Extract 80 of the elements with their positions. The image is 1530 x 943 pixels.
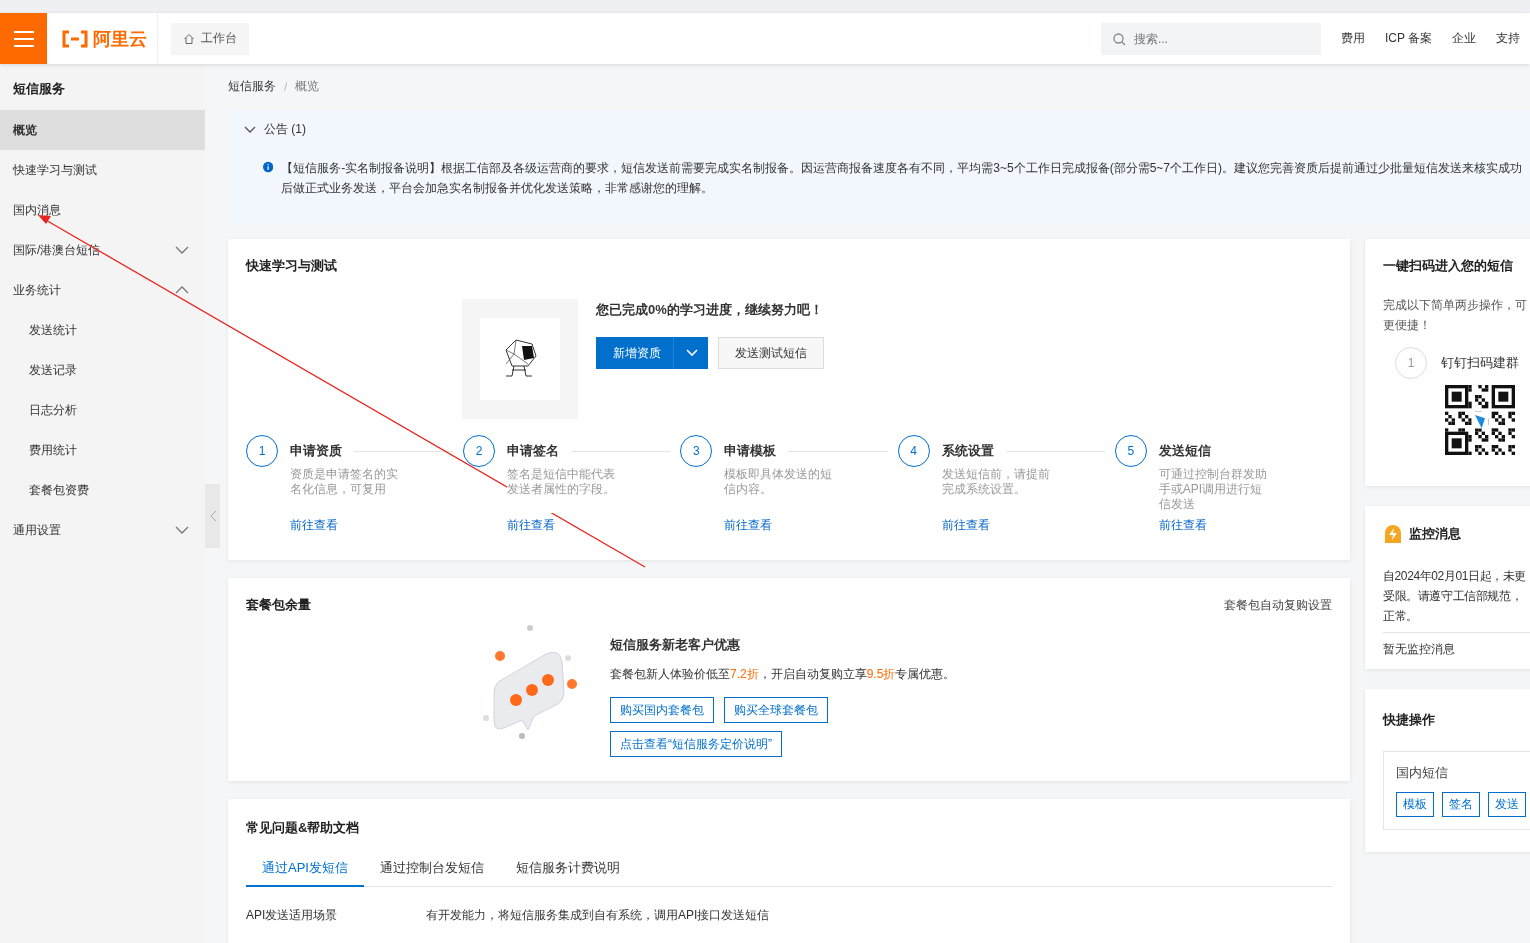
notice-text: 【短信服务-实名制报备说明】根据工信部及各级运营商的要求，短信发送前需要完成实名制报备。因运营商报备速度各有不同，平均需3~5个工作日完成报备(部分需5~7个工作日)。建议您完善资质后提前通过少批量短信发送来核实成功: [281, 160, 1522, 176]
tab[interactable]: 短信服务计费说明: [499, 859, 636, 887]
step-link[interactable]: 前往查看: [724, 517, 898, 534]
sidebar-item[interactable]: 快速学习与测试: [0, 150, 205, 190]
sidebar-subitem[interactable]: 发送统计: [0, 310, 205, 350]
tab[interactable]: 通过API发短信: [246, 859, 364, 887]
nav-link[interactable]: 企业: [1452, 30, 1476, 47]
promo-text: 套餐包新人体验价低至7.2折，开启自动复购立享9.5折专属优惠。: [610, 666, 956, 683]
sidebar-subitem[interactable]: 日志分析: [0, 390, 205, 430]
faq-text: 有开发能力，将短信服务集成到自有系统，调用API接口发送短信: [426, 907, 770, 924]
sidebar-item[interactable]: 国内消息: [0, 190, 205, 230]
card-title: 快速学习与测试: [246, 257, 338, 275]
send-test-button[interactable]: 发送测试短信: [718, 337, 824, 369]
quick-op-button[interactable]: 签名: [1442, 792, 1480, 817]
auto-renew-link[interactable]: 套餐包自动复购设置: [1224, 596, 1332, 614]
buy-package-button[interactable]: 购买国内套餐包: [610, 697, 714, 723]
nav-link[interactable]: ICP 备案: [1384, 30, 1432, 47]
quick-op-button[interactable]: 发送: [1488, 792, 1526, 817]
sidebar-item[interactable]: 业务统计: [0, 270, 205, 310]
nav-link[interactable]: 支持: [1496, 30, 1520, 47]
search-icon: [1112, 32, 1126, 46]
home-icon: [183, 32, 195, 45]
qr-code-icon: [1445, 385, 1515, 455]
add-qualification-button[interactable]: 新增资质: [596, 337, 708, 369]
breadcrumb-link[interactable]: 短信服务: [228, 78, 276, 95]
card-title: 监控消息: [1409, 525, 1461, 543]
monitor-text: 受限。请遵守工信部规范，: [1383, 588, 1524, 605]
scan-text: 更便捷！: [1383, 317, 1432, 333]
step-title: 申请资质: [290, 442, 342, 460]
chevron-left-icon: [208, 510, 217, 522]
buy-package-button[interactable]: 购买全球套餐包: [724, 697, 828, 723]
empty-text: 暂无监控消息: [1383, 641, 1456, 658]
monitor-text: 正常。: [1383, 608, 1419, 625]
chevron-down-icon: [175, 246, 189, 254]
logo-icon: [61, 29, 89, 48]
promo-title: 短信服务新老客户优惠: [610, 636, 741, 654]
quick-op-button[interactable]: 模板: [1396, 792, 1434, 817]
chevron-up-icon: [175, 286, 189, 294]
breadcrumb-separator: /: [284, 79, 288, 94]
step-title: 申请签名: [507, 442, 560, 460]
menu-button[interactable]: [0, 13, 47, 64]
chevron-down-icon: [175, 526, 189, 534]
step-title: 系统设置: [941, 442, 994, 460]
collapse-handle[interactable]: [205, 484, 220, 548]
step-title: 申请模板: [724, 442, 777, 460]
step-link[interactable]: 前往查看: [941, 517, 1115, 534]
notice-text: 后做正式业务发送，平台会加急实名制报备并优化发送策略，非常感谢您的理解。: [281, 180, 715, 196]
card-title: 快捷操作: [1383, 711, 1436, 729]
tab[interactable]: 通过控制台发短信: [363, 859, 500, 887]
notice-toggle[interactable]: 公告 (1): [244, 121, 1522, 138]
ops-label: 国内短信: [1396, 764, 1449, 782]
faq-label: API发送适用场景: [246, 907, 339, 924]
step-title: 发送短信: [1158, 442, 1211, 460]
workbench-button[interactable]: 工作台: [171, 22, 249, 55]
step-link[interactable]: 前往查看: [290, 517, 464, 534]
menu-icon: [12, 29, 35, 48]
step-link[interactable]: 前往查看: [507, 517, 681, 534]
step-title: 钉钉扫码建群: [1441, 354, 1519, 372]
info-icon: [263, 160, 274, 174]
sidebar-subitem[interactable]: 套餐包资费: [0, 470, 205, 510]
sidebar-subitem[interactable]: 发送记录: [0, 350, 205, 390]
sidebar-title: 短信服务: [12, 80, 66, 98]
card-title: 常见问题&帮助文档: [246, 819, 361, 837]
sidebar-subitem[interactable]: 费用统计: [0, 430, 205, 470]
nav-link[interactable]: 费用: [1340, 30, 1365, 47]
lightning-icon: [1383, 524, 1403, 544]
chevron-down-icon: [244, 125, 256, 134]
pricing-button[interactable]: 点击查看“短信服务定价说明”: [610, 731, 782, 757]
card-title: 套餐包余量: [246, 596, 311, 614]
sidebar-item[interactable]: 概览: [0, 110, 205, 150]
monitor-text: 自2024年02月01日起，未更: [1383, 568, 1527, 585]
progress-text: 您已完成0%的学习进度，继续努力吧！: [596, 301, 824, 319]
sidebar-item[interactable]: 通用设置: [0, 510, 205, 550]
card-title: 一键扫码进入您的短信: [1383, 257, 1514, 275]
step-link[interactable]: 前往查看: [1158, 517, 1332, 534]
caret-icon: [686, 349, 698, 357]
search-field[interactable]: 搜索...: [1100, 22, 1321, 55]
logo-text: 阿里云: [93, 27, 147, 51]
breadcrumb-link[interactable]: 概览: [295, 78, 320, 95]
scan-text: 完成以下简单两步操作，可: [1383, 297, 1528, 313]
